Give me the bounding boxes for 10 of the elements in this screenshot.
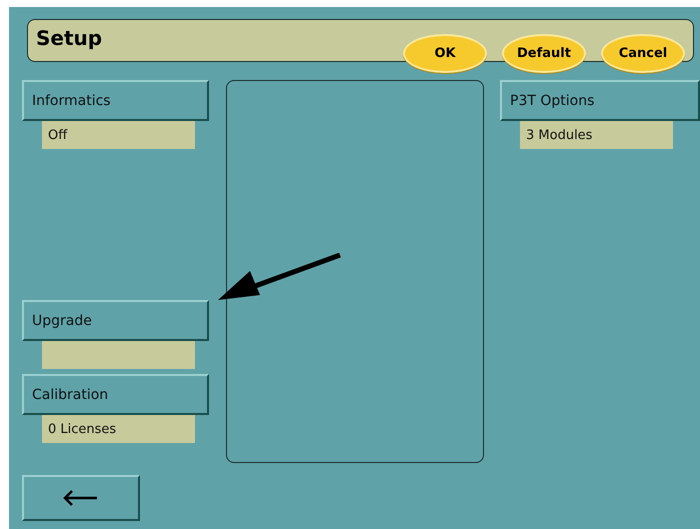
- setting-button[interactable]: Calibration: [22, 374, 209, 415]
- setting-button[interactable]: P3T Options: [500, 80, 700, 121]
- setting-button[interactable]: Informatics: [22, 80, 209, 121]
- back-button[interactable]: [22, 475, 140, 521]
- value-field: 3 Modules: [520, 121, 673, 149]
- value-field: Off: [42, 121, 195, 149]
- left-arrow-icon: [63, 490, 99, 506]
- window-title: Setup: [36, 26, 102, 50]
- value-field: 0 Licenses: [42, 415, 195, 443]
- setting-button[interactable]: Upgrade: [22, 300, 209, 341]
